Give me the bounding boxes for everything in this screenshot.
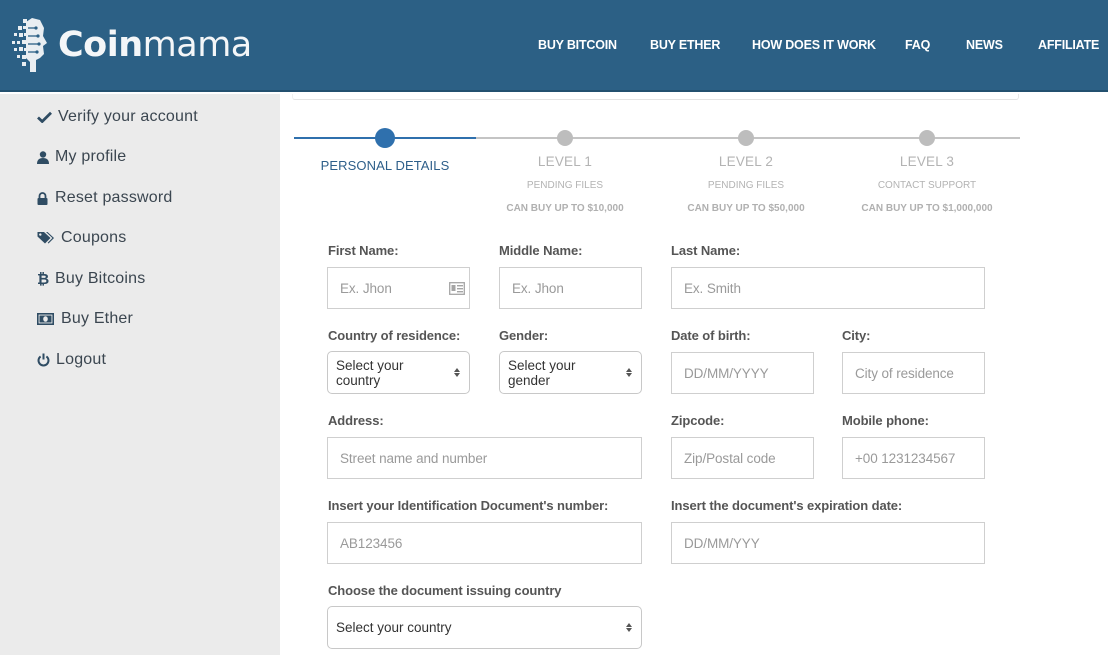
tags-icon [37,230,57,246]
step-limit: CAN BUY UP TO $10,000 [506,203,624,214]
first-name-placeholder: Ex. Jhon [340,280,392,296]
address-input[interactable]: Street name and number [327,437,642,479]
coinmama-logo[interactable]: Coinmama [12,16,252,74]
middle-name-input[interactable]: Ex. Jhon [499,267,642,309]
step-status: PENDING FILES [707,180,785,191]
id-number-placeholder: AB123456 [340,535,403,551]
id-number-input[interactable]: AB123456 [327,522,642,564]
id-expiry-placeholder: DD/MM/YYY [684,535,760,551]
sidebar-item-coupons[interactable]: Coupons [37,229,126,247]
brand-name-light: mama [142,24,253,65]
nav-buy-ether[interactable]: BUY ETHER [650,38,720,52]
id-number-label: Insert your Identification Document's nu… [328,498,609,513]
middle-name-label: Middle Name: [499,243,583,258]
zipcode-placeholder: Zip/Postal code [684,450,776,466]
city-label: City: [842,328,871,343]
dob-input[interactable]: DD/MM/YYYY [671,352,814,394]
sidebar-item-logout[interactable]: Logout [37,351,106,369]
sidebar-item-label: Reset password [55,189,173,206]
mobile-phone-placeholder: +00 1231234567 [855,450,956,466]
dob-placeholder: DD/MM/YYYY [684,365,769,381]
sidebar-item-reset-password[interactable]: Reset password [37,189,173,207]
select-arrows-icon [453,368,461,377]
first-name-input[interactable]: Ex. Jhon [327,267,470,309]
dob-label: Date of birth: [671,328,751,343]
issuing-country-select-value: Select your country [336,620,452,635]
zipcode-input[interactable]: Zip/Postal code [671,437,814,479]
issuing-country-label: Choose the document issuing country [328,583,562,598]
middle-name-placeholder: Ex. Jhon [512,280,564,296]
sidebar-item-buy-bitcoins[interactable]: ₿ Buy Bitcoins [37,270,145,288]
account-sidebar: Verify your account My profile Reset pas… [0,94,280,655]
bitcoin-icon: ₿ [37,270,50,288]
step-title: PERSONAL DETAILS [320,158,450,173]
step-status: PENDING FILES [526,180,604,191]
user-icon [37,149,51,165]
last-name-placeholder: Ex. Smith [684,280,741,296]
country-select-value: Select your country [336,357,404,388]
id-expiry-label: Insert the document's expiration date: [671,498,903,513]
nav-how-does-it-work[interactable]: HOW DOES IT WORK [752,38,876,52]
nav-buy-bitcoin[interactable]: BUY BITCOIN [538,38,617,52]
last-name-input[interactable]: Ex. Smith [671,267,985,309]
gender-select-value: Select your gender [508,357,576,388]
step-limit: CAN BUY UP TO $1,000,000 [861,203,993,214]
id-card-icon [449,282,465,295]
sidebar-item-buy-ether[interactable]: Buy Ether [37,310,133,328]
zipcode-label: Zipcode: [671,413,725,428]
step-status: CONTACT SUPPORT [877,180,977,191]
money-icon [37,311,57,327]
gender-label: Gender: [499,328,549,343]
power-icon [37,352,52,368]
select-arrows-icon [625,368,633,377]
step-title: LEVEL 1 [537,154,593,169]
step-limit: CAN BUY UP TO $50,000 [687,203,805,214]
city-placeholder: City of residence [855,365,954,381]
sidebar-item-label: Buy Ether [61,310,134,327]
nav-news[interactable]: NEWS [966,38,1003,52]
top-header: Coinmama BUY BITCOIN BUY ETHER HOW DOES … [0,0,1108,92]
sidebar-item-my-profile[interactable]: My profile [37,148,126,166]
sidebar-item-label: Verify your account [58,108,198,125]
step-dot [557,130,573,146]
logo-face-icon [12,18,47,72]
step-title: LEVEL 3 [899,154,955,169]
main-content: PERSONAL DETAILS LEVEL 1 PENDING FILES C… [280,94,1108,655]
verification-stepper: PERSONAL DETAILS LEVEL 1 PENDING FILES C… [294,128,1020,218]
step-dot [738,130,754,146]
sidebar-item-label: My profile [55,148,127,165]
mobile-phone-label: Mobile phone: [842,413,929,428]
id-expiry-input[interactable]: DD/MM/YYY [671,522,985,564]
first-name-label: First Name: [328,243,399,258]
country-select[interactable]: Select your country [327,351,470,394]
nav-faq[interactable]: FAQ [905,38,930,52]
lock-icon [37,190,51,206]
last-name-label: Last Name: [671,243,741,258]
city-input[interactable]: City of residence [842,352,985,394]
check-icon [37,109,54,125]
country-label: Country of residence: [328,328,461,343]
gender-select[interactable]: Select your gender [499,351,642,394]
brand-name: Coinmama [58,24,253,65]
issuing-country-select[interactable]: Select your country [327,606,642,649]
step-dot [919,130,935,146]
sidebar-item-label: Coupons [61,229,127,246]
address-placeholder: Street name and number [340,450,488,466]
sidebar-item-label: Buy Bitcoins [55,270,146,287]
mobile-phone-input[interactable]: +00 1231234567 [842,437,985,479]
step-dot-active [375,128,395,148]
sidebar-item-verify-account[interactable]: Verify your account [37,108,198,126]
nav-affiliate[interactable]: AFFILIATE [1038,38,1099,52]
select-arrows-icon [625,623,633,632]
card-bottom-edge [292,94,1019,100]
sidebar-item-label: Logout [56,351,107,368]
step-title: LEVEL 2 [718,154,774,169]
address-label: Address: [328,413,384,428]
brand-name-bold: Coin [58,24,143,65]
